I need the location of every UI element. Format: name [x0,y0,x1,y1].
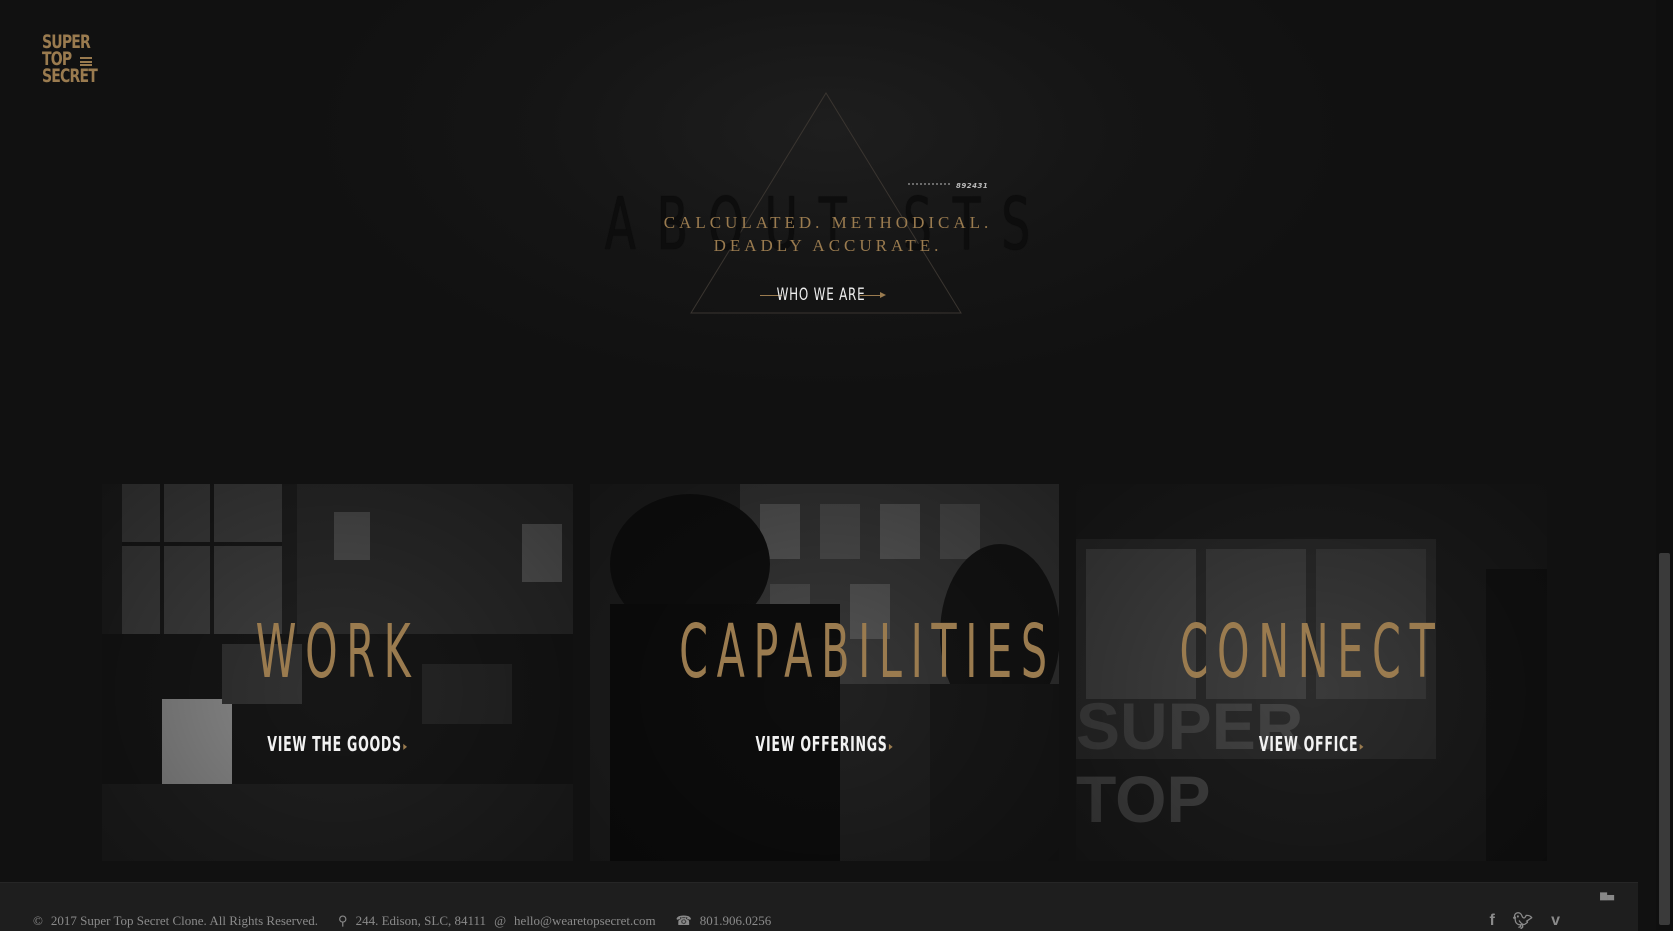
arrow-right-icon: ▸ [888,738,894,753]
scrollbar[interactable] [1656,0,1673,930]
copyright-icon: © [33,913,43,928]
arrow-right-icon: ▸ [1359,738,1365,753]
panel-title-capabilities: CAPABILITIES [679,609,1056,695]
work-panel[interactable]: WORK VIEW THE GOODS▸ [102,484,573,861]
hero-tagline-line2: DEADLY ACCURATE. [713,236,943,255]
facebook-icon[interactable]: f [1489,912,1494,930]
footer-info: © 2017 Super Top Secret Clone. All Right… [33,913,771,929]
footer-phone[interactable]: 801.906.0256 [700,913,772,929]
serial-dots [908,183,950,185]
hero-tagline-line1: CALCULATED. METHODICAL. [663,213,993,232]
twitter-icon[interactable]: 🐦︎ [1513,911,1533,931]
social-links: f 🐦︎ v [1489,911,1560,931]
chart-icon[interactable]: ▆▄ [1600,891,1614,901]
serial-number: 892431 [956,182,989,190]
panel-title-work: WORK [255,609,420,695]
view-the-goods-link[interactable]: VIEW THE GOODS▸ [173,732,503,756]
who-we-are-link[interactable]: WHO WE ARE [760,285,886,307]
menu-icon[interactable] [80,57,92,66]
view-offerings-link[interactable]: VIEW OFFERINGS▸ [660,732,988,756]
arrow-right-icon: ▸ [403,738,408,753]
at-icon: @ [494,913,507,928]
scrollbar-thumb[interactable] [1659,553,1670,925]
footer: ▆▄ © 2017 Super Top Secret Clone. All Ri… [0,882,1638,931]
view-offerings-label: VIEW OFFERINGS [755,732,888,756]
who-we-are-label: WHO WE ARE [776,285,866,305]
vimeo-icon[interactable]: v [1551,912,1560,930]
phone-icon: ☎ [675,913,692,928]
footer-copyright: 2017 Super Top Secret Clone. All Rights … [50,913,319,928]
view-office-label: VIEW OFFICE [1258,732,1359,756]
view-office-link[interactable]: VIEW OFFICE▸ [1147,732,1477,756]
map-pin-icon: ⚲ [338,913,348,928]
view-the-goods-label: VIEW THE GOODS [267,732,402,756]
connect-panel[interactable]: SUPER TOP CONNECT VIEW OFFICE▸ [1076,484,1547,861]
page: SUPER TOP SECRET ABOUT STS 892431 CALCUL… [0,0,1656,931]
capabilities-panel[interactable]: CAPABILITIES VIEW OFFERINGS▸ [590,484,1059,861]
footer-address: 244. Edison, SLC, 84111 [355,913,487,928]
footer-email[interactable]: hello@wearetopsecret.com [514,913,656,929]
logo-line-3: SECRET [42,65,98,87]
panel-title-connect: CONNECT [1179,609,1444,695]
